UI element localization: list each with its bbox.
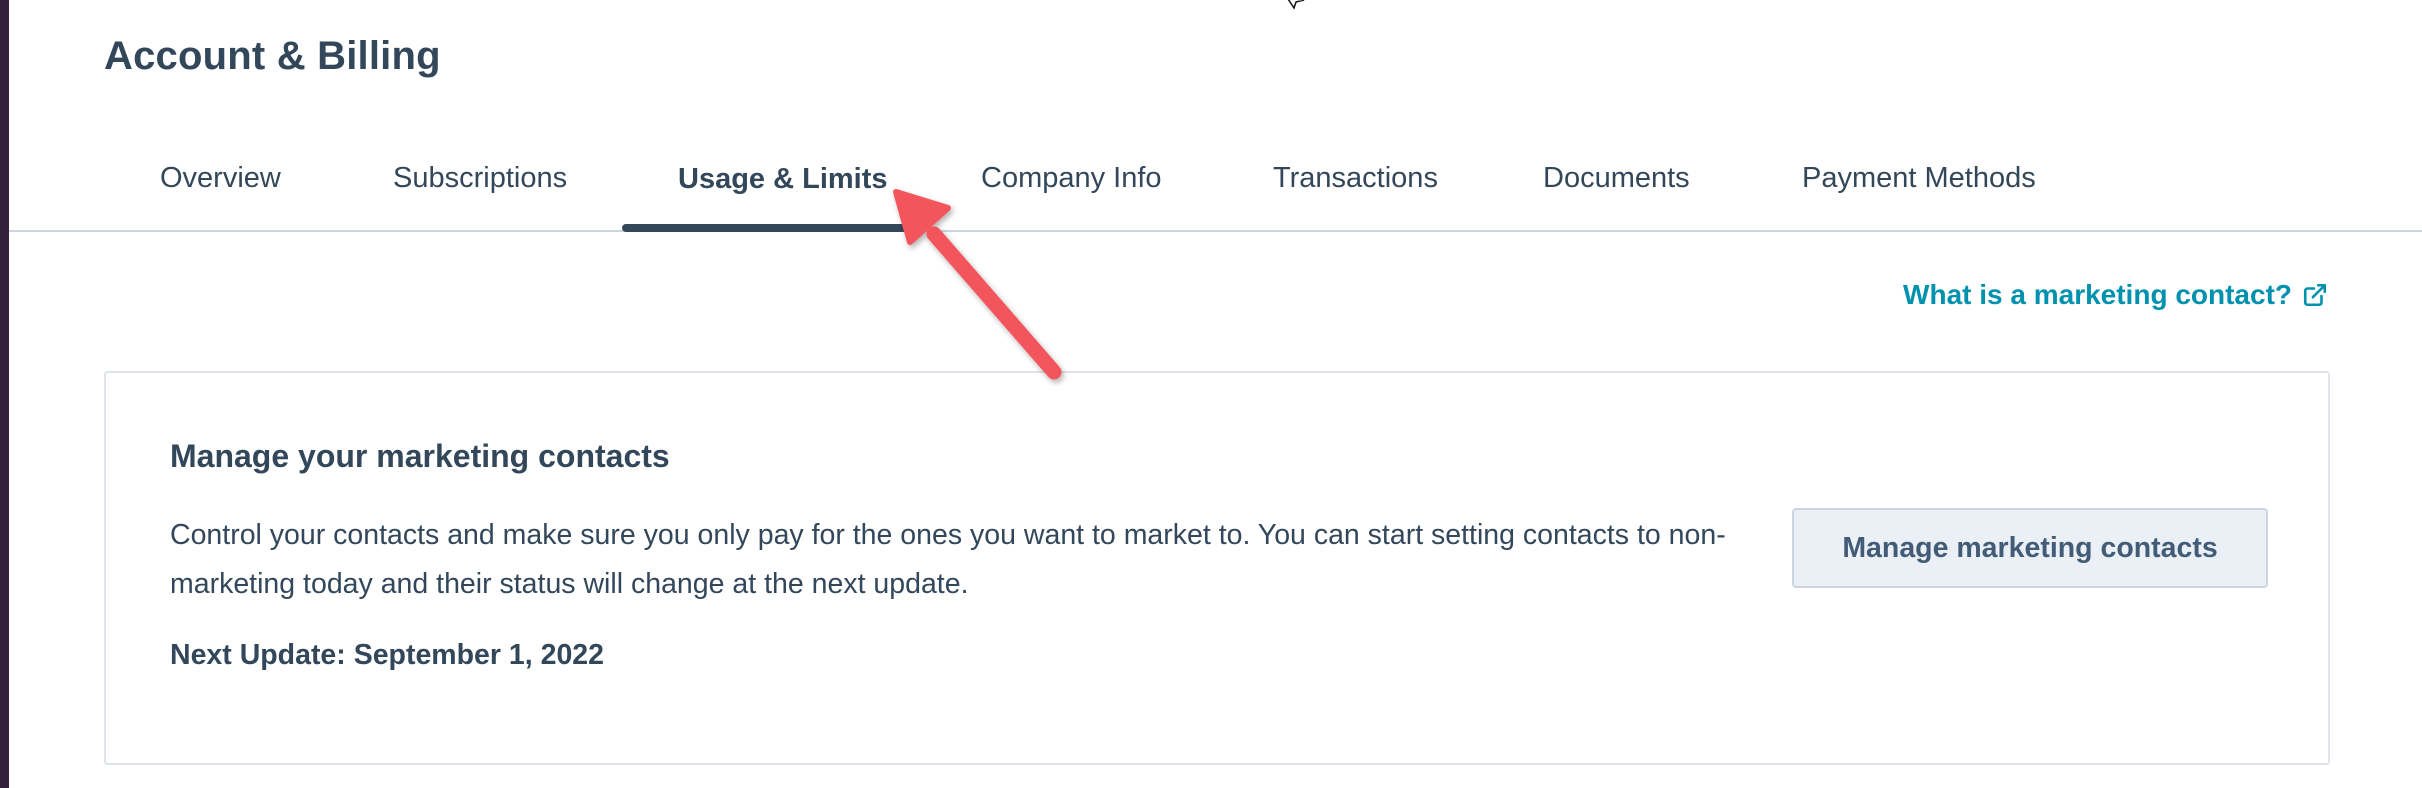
next-update-text: Next Update: September 1, 2022 (170, 639, 604, 671)
help-link-label: What is a marketing contact? (1903, 279, 2292, 310)
tab-usage-and-limits[interactable]: Usage & Limits (678, 163, 888, 196)
tab-overview[interactable]: Overview (160, 162, 281, 195)
tab-subscriptions[interactable]: Subscriptions (393, 162, 567, 195)
left-sidebar-strip (0, 0, 9, 788)
card-title: Manage your marketing contacts (170, 438, 670, 474)
marketing-contacts-card: Manage your marketing contacts Control y… (104, 371, 2330, 765)
page-title: Account & Billing (104, 34, 441, 78)
red-arrow-icon (893, 189, 1062, 380)
tab-bar: Overview Subscriptions Usage & Limits Co… (9, 140, 2422, 232)
tab-documents[interactable]: Documents (1543, 162, 1690, 195)
what-is-marketing-contact-link[interactable]: What is a marketing contact? (1903, 279, 2328, 311)
tab-payment-methods[interactable]: Payment Methods (1802, 162, 2036, 195)
mouse-cursor-icon (1287, 0, 1305, 10)
tab-transactions[interactable]: Transactions (1273, 162, 1438, 195)
manage-marketing-contacts-button[interactable]: Manage marketing contacts (1792, 508, 2268, 588)
external-link-icon (2303, 283, 2327, 307)
card-description: Control your contacts and make sure you … (170, 519, 1726, 600)
